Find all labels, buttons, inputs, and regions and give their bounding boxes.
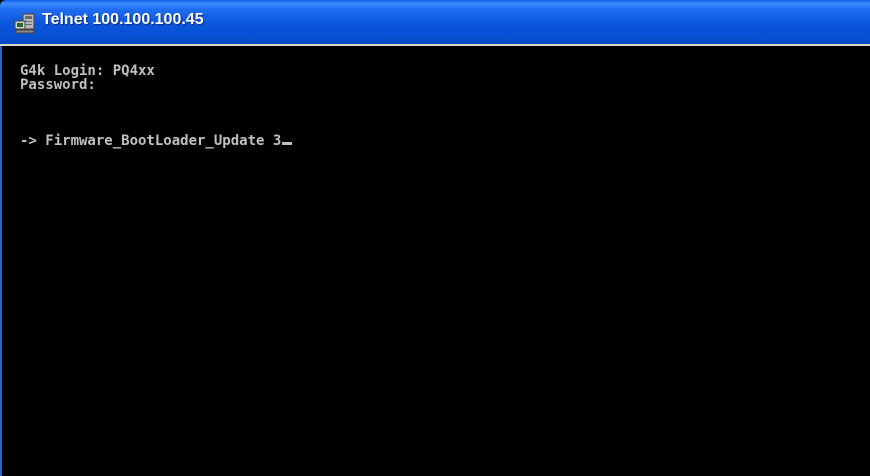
title-bar[interactable]: Telnet 100.100.100.45 — [0, 0, 870, 44]
console-line-login: G4k Login: PQ4xx — [20, 63, 155, 79]
telnet-window: Telnet 100.100.100.45 G4k Login: PQ4xx P… — [0, 0, 870, 476]
console-line-password: Password: — [20, 77, 96, 93]
text-cursor — [282, 142, 293, 145]
command-text: -> Firmware_BootLoader_Update 3 — [20, 133, 282, 149]
console-line-command: -> Firmware_BootLoader_Update 3 — [20, 133, 293, 149]
telnet-terminal-icon — [14, 13, 35, 34]
window-title: Telnet 100.100.100.45 — [42, 11, 204, 28]
terminal-console[interactable]: G4k Login: PQ4xx Password: -> Firmware_B… — [0, 46, 870, 476]
